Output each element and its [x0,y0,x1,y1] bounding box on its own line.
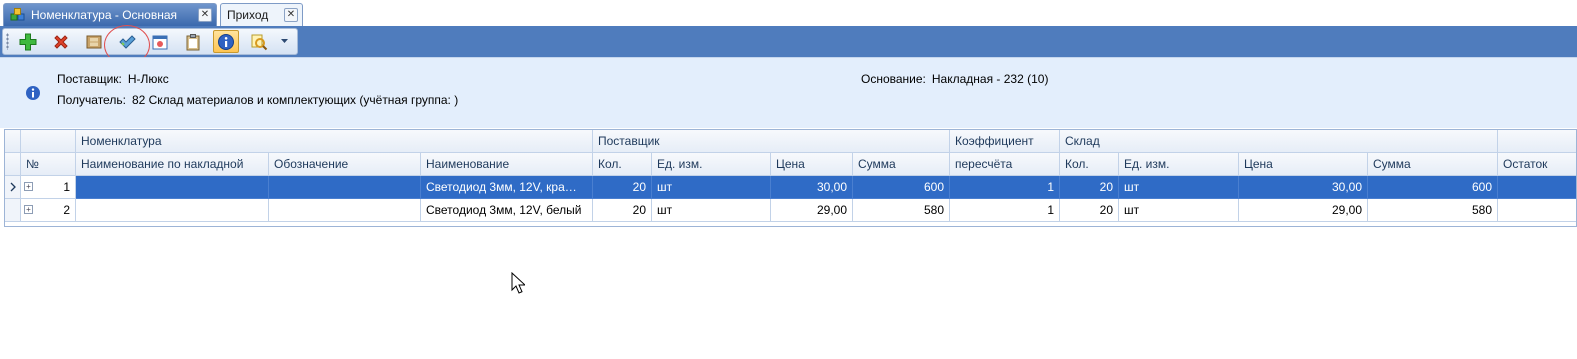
info-button[interactable] [213,30,239,53]
mouse-cursor-icon [511,272,525,294]
confirm-button[interactable] [114,30,140,53]
clipboard-button[interactable] [180,30,206,53]
column-header-warehouse-sum[interactable]: Сумма [1368,153,1498,176]
row-indicator[interactable] [5,199,21,222]
close-icon[interactable]: ✕ [284,8,298,22]
cell-designation[interactable] [269,176,421,199]
cell-balance[interactable] [1498,199,1576,222]
tab-bar: Номенклатура - Основная ✕ Приход ✕ [0,0,1577,26]
tab-nomenclature[interactable]: Номенклатура - Основная ✕ [3,3,217,26]
film-button[interactable] [81,30,107,53]
cubes-icon [10,8,25,21]
column-header-supplier-sum[interactable]: Сумма [853,153,950,176]
delete-button[interactable] [48,30,74,53]
supplier-label: Поставщик: [57,72,122,86]
cell-name[interactable]: Светодиод 3мм, 12V, кра… [421,176,593,199]
chevron-down-icon [280,39,288,43]
basis-value: Накладная - 232 (10) [931,72,1049,86]
cell-invoice-name[interactable] [76,176,269,199]
supplier-info: Поставщик: Н-Люкс [57,72,169,86]
receiver-label: Получатель: [57,93,126,107]
band-header-coefficient[interactable]: Коэффициент [950,130,1060,153]
band-header-empty [1498,130,1576,153]
cell-warehouse-unit[interactable]: шт [1119,176,1239,199]
cell-supplier-qty[interactable]: 20 [593,199,652,222]
info-icon [218,33,234,50]
delete-icon [54,34,68,49]
search-button[interactable] [246,30,272,53]
grid-corner [5,153,21,176]
expand-icon[interactable]: + [24,182,33,191]
column-header-balance[interactable]: Остаток [1498,153,1576,176]
cell-supplier-qty[interactable]: 20 [593,176,652,199]
receiver-value: 82 Склад материалов и комплектующих (учё… [131,93,459,107]
cell-supplier-sum[interactable]: 580 [853,199,950,222]
cell-no[interactable]: +1 [21,176,76,199]
cell-supplier-price[interactable]: 30,00 [771,176,853,199]
cell-warehouse-qty[interactable]: 20 [1060,176,1119,199]
toolbar-grip[interactable] [6,33,9,50]
cell-balance[interactable] [1498,176,1576,199]
checkmark-icon [119,34,136,49]
cell-supplier-sum[interactable]: 600 [853,176,950,199]
cell-supplier-price[interactable]: 29,00 [771,199,853,222]
calendar-icon [152,35,168,49]
basis-label: Основание: [861,72,926,86]
document-info-panel: Поставщик: Н-Люкс Получатель: 82 Склад мат… [0,57,1577,128]
column-header-supplier-price[interactable]: Цена [771,153,853,176]
toolbar-overflow-button[interactable] [279,30,289,53]
cell-supplier-unit[interactable]: шт [652,176,771,199]
grid-corner [5,130,21,153]
row-indicator[interactable] [5,176,21,199]
search-icon [251,34,268,50]
clipboard-icon [186,33,200,50]
cell-recalc[interactable]: 1 [950,199,1060,222]
current-row-arrow-icon [10,182,16,192]
cell-invoice-name[interactable] [76,199,269,222]
column-header-warehouse-qty[interactable]: Кол. [1060,153,1119,176]
column-header-warehouse-unit[interactable]: Ед. изм. [1119,153,1239,176]
supplier-value: Н-Люкс [127,72,169,86]
column-header-designation[interactable]: Обозначение [269,153,421,176]
tab-receipt[interactable]: Приход ✕ [220,3,303,26]
cell-designation[interactable] [269,199,421,222]
tab-label: Приход [227,8,269,22]
cell-warehouse-price[interactable]: 30,00 [1239,176,1368,199]
column-header-supplier-qty[interactable]: Кол. [593,153,652,176]
band-header-supplier[interactable]: Поставщик [593,130,950,153]
column-header-recalc[interactable]: пересчёта [950,153,1060,176]
toolbar [2,28,298,55]
cell-warehouse-sum[interactable]: 580 [1368,199,1498,222]
column-header-name[interactable]: Наименование [421,153,593,176]
band-header-empty [21,130,76,153]
cell-warehouse-price[interactable]: 29,00 [1239,199,1368,222]
cell-recalc[interactable]: 1 [950,176,1060,199]
cell-supplier-unit[interactable]: шт [652,199,771,222]
add-icon [19,33,37,50]
film-icon [86,35,102,48]
column-header-supplier-unit[interactable]: Ед. изм. [652,153,771,176]
cell-no[interactable]: +2 [21,199,76,222]
band-header-warehouse[interactable]: Склад [1060,130,1498,153]
column-header-no[interactable]: № [21,153,76,176]
tab-label: Номенклатура - Основная [31,8,178,22]
cell-warehouse-qty[interactable]: 20 [1060,199,1119,222]
close-icon[interactable]: ✕ [198,8,212,22]
info-icon [26,86,40,100]
band-header-nomenclature[interactable]: Номенклатура [76,130,593,153]
cell-warehouse-sum[interactable]: 600 [1368,176,1498,199]
cell-name[interactable]: Светодиод 3мм, 12V, белый [421,199,593,222]
column-header-invoice-name[interactable]: Наименование по накладной [76,153,269,176]
basis-info: Основание: Накладная - 232 (10) [861,72,1048,86]
receiver-info: Получатель: 82 Склад материалов и комплек… [57,93,458,107]
cell-warehouse-unit[interactable]: шт [1119,199,1239,222]
calendar-button[interactable] [147,30,173,53]
expand-icon[interactable]: + [24,205,33,214]
receipt-items-grid: Номенклатура Поставщик Коэффициент Склад… [4,129,1577,227]
add-button[interactable] [15,30,41,53]
column-header-warehouse-price[interactable]: Цена [1239,153,1368,176]
